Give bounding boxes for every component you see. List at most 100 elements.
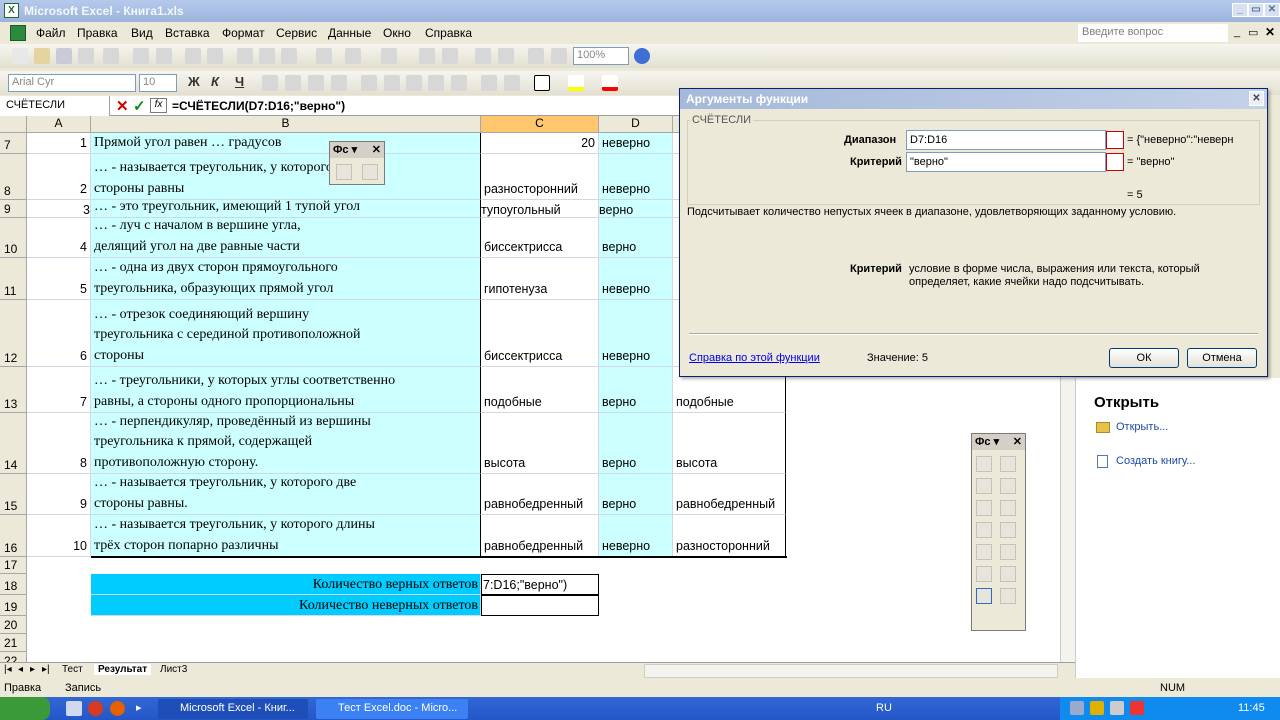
menu-data[interactable]: Данные <box>328 26 371 40</box>
properties-tool-icon[interactable] <box>976 566 992 582</box>
autosum-icon[interactable] <box>442 48 458 64</box>
floating-toolbar-1-close-icon[interactable]: ✕ <box>372 143 381 156</box>
row-header[interactable]: 9 <box>0 200 27 218</box>
function-help-link[interactable]: Справка по этой функции <box>689 352 820 364</box>
save-icon[interactable] <box>56 48 72 64</box>
question-number-cell[interactable]: 4 <box>27 218 91 258</box>
question-number-cell[interactable]: 7 <box>27 367 91 413</box>
increase-decimal-icon[interactable] <box>428 75 444 91</box>
combobox-tool-icon[interactable] <box>1000 522 1016 538</box>
hyperlink-icon[interactable] <box>419 48 435 64</box>
code-tool-icon[interactable] <box>1000 566 1016 582</box>
row-header[interactable]: 18 <box>0 574 27 595</box>
open-icon[interactable] <box>34 48 50 64</box>
menu-window[interactable]: Окно <box>383 26 411 40</box>
row-header[interactable]: 21 <box>0 634 27 652</box>
correct-answer-cell[interactable]: высота <box>673 413 786 474</box>
row-header[interactable]: 11 <box>0 258 27 300</box>
menu-format[interactable]: Формат <box>222 26 265 40</box>
fill-color-icon[interactable] <box>568 75 584 91</box>
answer-cell[interactable]: равнобедренный <box>481 474 599 515</box>
question-number-cell[interactable]: 5 <box>27 258 91 300</box>
enter-icon[interactable]: ✓ <box>133 97 146 115</box>
run-tool-icon[interactable] <box>1000 588 1016 604</box>
row-header[interactable]: 17 <box>0 557 27 574</box>
row-header[interactable]: 19 <box>0 595 27 616</box>
research-icon[interactable] <box>207 48 223 64</box>
open-link[interactable]: Открыть... <box>1116 421 1168 433</box>
new-icon[interactable] <box>12 48 28 64</box>
range-picker-icon[interactable] <box>1106 131 1124 149</box>
select-all-corner[interactable] <box>0 116 27 133</box>
result-cell[interactable]: верно <box>599 200 673 218</box>
menu-insert[interactable]: Вставка <box>165 26 210 40</box>
checkbox-tool-icon[interactable] <box>976 500 992 516</box>
question-text-cell[interactable]: … - луч с началом в вершине угла, делящий… <box>91 218 481 258</box>
doc-close-button[interactable]: ✕ <box>1265 25 1275 39</box>
cut-icon[interactable] <box>237 48 253 64</box>
wrong-count-cell[interactable] <box>481 595 599 616</box>
menu-help[interactable]: Справка <box>425 26 472 40</box>
tab-scroll-first-icon[interactable]: |◂ <box>4 664 12 675</box>
row-header[interactable]: 15 <box>0 474 27 515</box>
result-cell[interactable]: неверно <box>599 133 673 154</box>
chart-wizard-icon[interactable] <box>528 48 544 64</box>
formula-text[interactable]: =СЧЁТЕСЛИ(D7:D16;"верно") <box>172 99 345 113</box>
align-right-icon[interactable] <box>308 75 324 91</box>
cancel-icon[interactable]: ✕ <box>116 97 129 115</box>
question-text-cell[interactable]: Прямой угол равен … градусов <box>91 133 481 154</box>
borders-icon[interactable] <box>534 75 550 91</box>
row-header[interactable]: 14 <box>0 413 27 474</box>
criteria-input[interactable]: "верно" <box>906 152 1106 172</box>
column-header-b[interactable]: B <box>91 116 481 133</box>
row-header[interactable]: 22 <box>0 652 27 662</box>
row-header[interactable]: 13 <box>0 367 27 413</box>
floating-toolbar-2[interactable]: Фс ▾ ✕ <box>971 433 1026 631</box>
task-word[interactable]: Тест Excel.doc - Micro... <box>316 699 468 719</box>
question-number-cell[interactable]: 6 <box>27 300 91 367</box>
percent-icon[interactable] <box>384 75 400 91</box>
copy-icon[interactable] <box>259 48 275 64</box>
email-icon[interactable] <box>103 48 119 64</box>
question-text-cell[interactable]: … - называется треугольник, у которого д… <box>91 515 481 557</box>
horizontal-scrollbar[interactable] <box>644 664 1058 678</box>
answer-cell[interactable]: 20 <box>481 133 599 154</box>
tab-sheet3[interactable]: Лист3 <box>160 664 187 675</box>
row-header[interactable]: 16 <box>0 515 27 557</box>
start-button[interactable] <box>0 697 50 720</box>
answer-cell[interactable]: биссектрисса <box>481 300 599 367</box>
italic-button[interactable]: К <box>211 74 219 89</box>
row-header[interactable]: 10 <box>0 218 27 258</box>
toolbox-image-icon[interactable] <box>362 164 378 180</box>
name-box[interactable]: СЧЁТЕСЛИ <box>0 96 110 116</box>
result-cell[interactable]: верно <box>599 474 673 515</box>
spinner-tool-icon[interactable] <box>1000 544 1016 560</box>
spelling-icon[interactable] <box>185 48 201 64</box>
answer-cell[interactable]: высота <box>481 413 599 474</box>
question-text-cell[interactable]: … - называется треугольник, у которого в… <box>91 154 481 200</box>
close-button[interactable]: ✕ <box>1264 3 1280 17</box>
range-input[interactable]: D7:D16 <box>906 130 1106 150</box>
comma-icon[interactable] <box>406 75 422 91</box>
question-text-cell[interactable]: … - это треугольник, имеющий 1 тупой уго… <box>91 200 481 218</box>
question-number-cell[interactable]: 2 <box>27 154 91 200</box>
result-cell[interactable]: неверно <box>599 515 673 557</box>
currency-icon[interactable] <box>361 75 377 91</box>
redo-icon[interactable] <box>381 48 397 64</box>
row-header[interactable]: 7 <box>0 133 27 154</box>
create-link[interactable]: Создать книгу... <box>1116 455 1195 467</box>
permission-icon[interactable] <box>78 48 94 64</box>
sort-desc-icon[interactable] <box>498 48 514 64</box>
menu-file[interactable]: Файл <box>36 26 66 40</box>
row-header[interactable]: 20 <box>0 616 27 634</box>
ask-question-input[interactable]: Введите вопрос <box>1078 24 1228 42</box>
bold-button[interactable]: Ж <box>188 74 200 89</box>
answer-cell[interactable]: равнобедренный <box>481 515 599 557</box>
criteria-picker-icon[interactable] <box>1106 153 1124 171</box>
floating-toolbar-1[interactable]: Фс ▾ ✕ <box>329 141 385 185</box>
toolbox-square-icon[interactable] <box>336 164 352 180</box>
correct-answer-cell[interactable]: разносторонний <box>673 515 786 557</box>
doc-minimize-button[interactable]: _ <box>1234 26 1240 38</box>
question-text-cell[interactable]: … - одна из двух сторон прямоугольного тр… <box>91 258 481 300</box>
font-select[interactable]: Arial Cyr <box>8 74 136 92</box>
